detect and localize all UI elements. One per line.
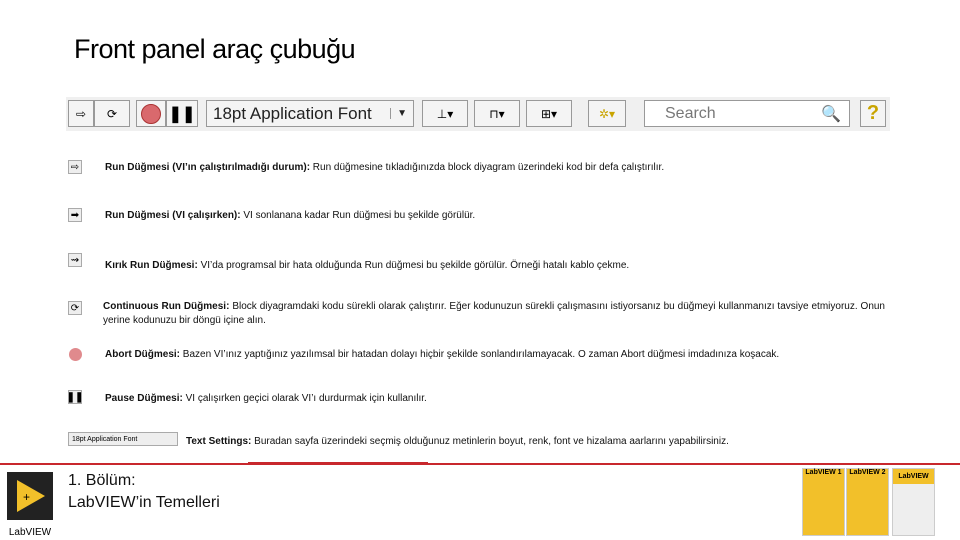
- abort-button[interactable]: [136, 100, 166, 127]
- list-item: Run Düğmesi (VI’ın çalıştırılmadığı duru…: [105, 162, 665, 173]
- chevron-down-icon: ▼: [390, 108, 407, 119]
- book-cover: LabVIEW 2: [846, 468, 889, 536]
- list-item: Continuous Run Düğmesi: Block diyagramda…: [103, 301, 885, 326]
- chapter-name: LabVIEW’in Temelleri: [68, 494, 220, 511]
- reorder-button[interactable]: ✲▾: [588, 100, 626, 127]
- run-arrow-icon: ⇨: [68, 160, 82, 174]
- search-input[interactable]: Search 🔍: [644, 100, 850, 127]
- broken-run-icon: ⇝: [68, 253, 82, 267]
- chapter-title: 1. Bölüm: LabVIEW’in Temelleri: [68, 470, 220, 514]
- list-item: Pause Düğmesi: VI çalışırken geçici olar…: [105, 393, 427, 404]
- page-title: Front panel araç çubuğu: [74, 34, 356, 64]
- mini-font-label: 18pt Application Font: [72, 435, 138, 443]
- resize-objects-button[interactable]: ⊞▾: [526, 100, 572, 127]
- pause-button[interactable]: ❚❚: [166, 100, 198, 127]
- list-item: Text Settings: Buradan sayfa üzerindeki …: [186, 436, 729, 447]
- align-objects-icon: ⊥▾: [436, 106, 454, 121]
- abort-icon: [141, 103, 161, 124]
- front-panel-toolbar: ⇨ ⟳ ❚❚ 18pt Application Font ▼ ⊥▾ ⊓▾ ⊞▾ ✲…: [66, 97, 890, 131]
- resize-objects-icon: ⊞▾: [540, 106, 558, 121]
- distribute-objects-icon: ⊓▾: [489, 106, 505, 121]
- divider-accent: [248, 462, 428, 465]
- run-running-icon: ➡: [68, 208, 82, 222]
- list-item: Run Düğmesi (VI çalışırken): VI sonlanan…: [105, 210, 476, 221]
- abort-icon: [68, 347, 82, 361]
- distribute-objects-button[interactable]: ⊓▾: [474, 100, 520, 127]
- pause-icon: ❚❚: [168, 105, 196, 123]
- font-label: 18pt Application Font: [213, 103, 372, 123]
- text-settings-icon: 18pt Application Font: [68, 432, 178, 446]
- help-icon: ?: [866, 102, 880, 124]
- svg-text:+: +: [23, 490, 30, 504]
- list-item: Kırık Run Düğmesi: VI’da programsal bir …: [105, 260, 630, 271]
- continuous-run-button[interactable]: ⟳: [94, 100, 130, 127]
- search-placeholder: Search: [665, 104, 716, 122]
- search-icon: 🔍: [821, 105, 841, 123]
- run-button[interactable]: ⇨: [68, 100, 94, 127]
- run-arrow-icon: ⇨: [75, 106, 87, 121]
- text-settings-dropdown[interactable]: 18pt Application Font ▼: [206, 100, 414, 127]
- help-button[interactable]: ?: [860, 100, 886, 127]
- book-cover: LabVIEW: [892, 468, 935, 536]
- chapter-number: 1. Bölüm:: [68, 472, 136, 489]
- continuous-run-icon: ⟳: [106, 106, 118, 121]
- divider: [0, 463, 960, 465]
- continuous-run-icon: ⟳: [68, 301, 82, 315]
- book-cover: LabVIEW 1: [802, 468, 845, 536]
- labview-logo: + LabVIEW: [5, 470, 55, 538]
- list-item: Abort Düğmesi: Bazen VI’ınız yaptığınız …: [105, 349, 780, 360]
- align-objects-button[interactable]: ⊥▾: [422, 100, 468, 127]
- pause-icon: ❚❚: [66, 390, 84, 404]
- reorder-icon: ✲▾: [598, 106, 616, 121]
